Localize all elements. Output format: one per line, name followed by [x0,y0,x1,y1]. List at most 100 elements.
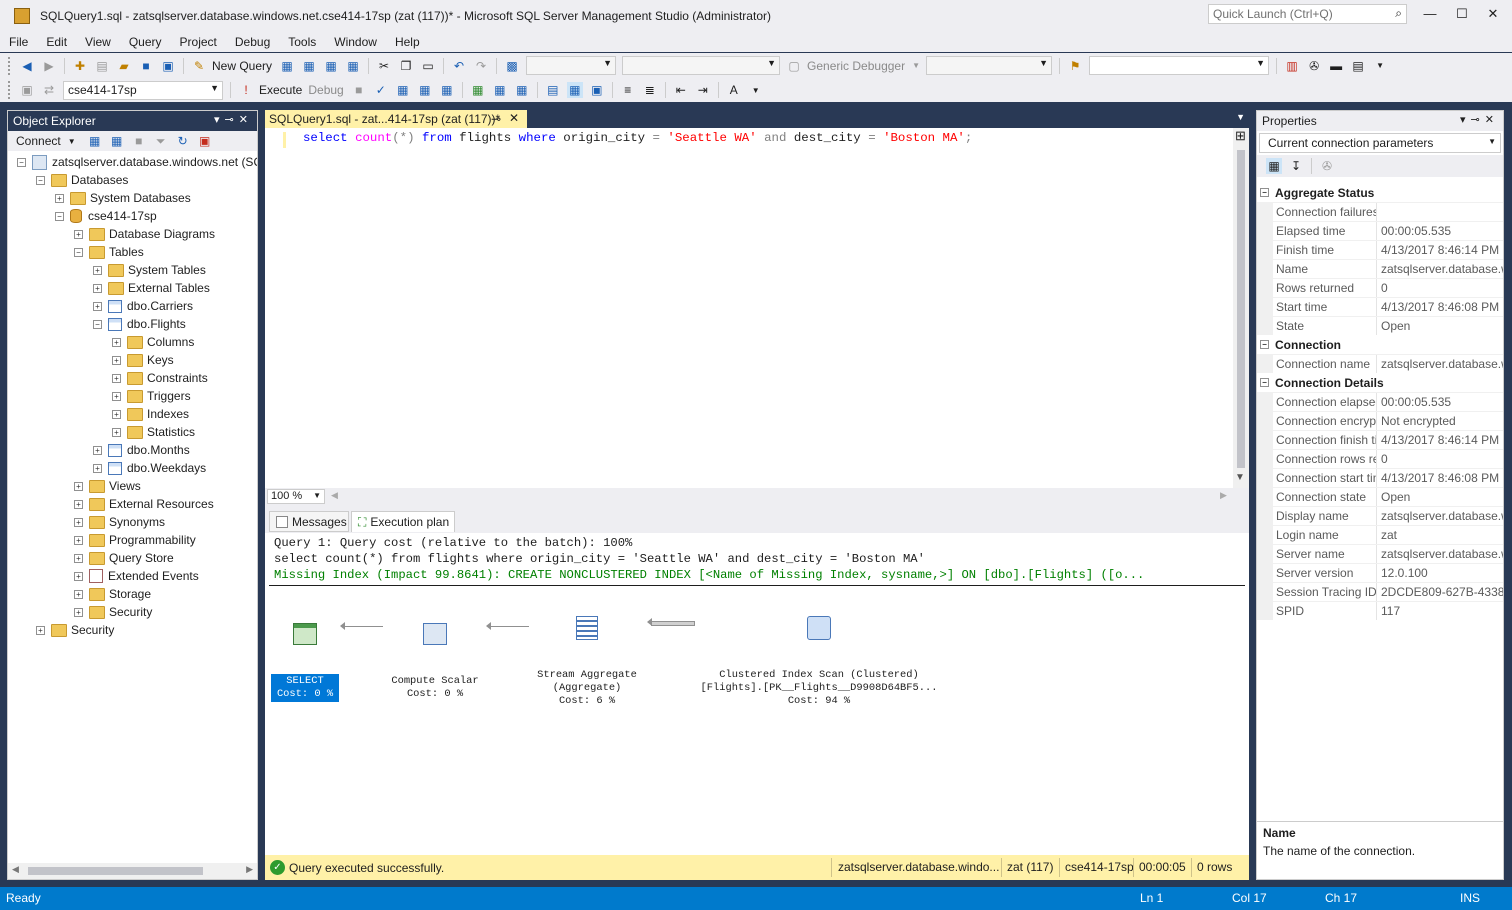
collapse-icon[interactable]: − [1260,340,1269,349]
property-category[interactable]: − Connection Details [1257,373,1503,392]
tree-node[interactable]: + dbo.Carriers [93,297,193,315]
properties-object-combo[interactable]: Current connection parameters ▼ [1259,133,1501,153]
menu-query[interactable]: Query [120,35,171,49]
tree-node[interactable]: + Statistics [112,423,195,441]
debugger-dropdown[interactable]: Generic Debugger [807,59,905,73]
tree-node[interactable]: + Programmability [74,531,196,549]
expand-icon[interactable]: + [74,535,83,545]
tree-node[interactable]: + Synonyms [74,513,165,531]
open-file-icon[interactable]: ▰ [116,58,132,74]
expand-icon[interactable]: + [55,193,64,203]
solution-platform-combo[interactable]: ▼ [622,56,781,75]
copy-icon[interactable]: ❐ [398,58,414,74]
tree-node[interactable]: + Storage [74,585,151,603]
menu-file[interactable]: File [0,35,37,49]
tree-node[interactable]: + dbo.Weekdays [93,459,206,477]
expand-icon[interactable]: + [74,499,83,509]
editor-vertical-scrollbar[interactable]: ⊞ ▼ [1233,128,1249,488]
tab-messages[interactable]: Messages [269,511,349,532]
property-row[interactable]: Connection start time 4/13/2017 8:46:08 P… [1257,468,1503,487]
toolbar-options-icon[interactable]: ▼ [1372,58,1388,74]
connect-icon[interactable]: ▣ [19,82,35,98]
expand-icon[interactable]: + [112,427,121,437]
pin-icon[interactable]: ⊸ [491,112,501,126]
mdx-query-icon[interactable]: ▦ [301,58,317,74]
property-row[interactable]: SPID 117 [1257,601,1503,620]
collapse-icon[interactable]: − [1260,378,1269,387]
parse-icon[interactable]: ✓ [373,82,389,98]
menu-view[interactable]: View [76,35,120,49]
execution-plan-view[interactable]: Query 1: Query cost (relative to the bat… [265,533,1249,855]
expand-icon[interactable]: + [112,409,121,419]
tree-node[interactable]: + Security [74,603,152,621]
collapse-icon[interactable]: − [36,175,45,185]
toolbar-options-icon[interactable]: ▼ [748,82,764,98]
maximize-button[interactable]: ☐ [1452,6,1472,24]
tree-node[interactable]: + Triggers [112,387,191,405]
property-row[interactable]: Name zatsqlserver.database.w [1257,259,1503,278]
close-tab-icon[interactable]: ✕ [509,111,519,125]
disconnect-icon[interactable]: ▦ [109,133,125,149]
plan-node-stream-aggregate[interactable]: Stream Aggregate (Aggregate) Cost: 6 % [531,590,643,734]
tree-node[interactable]: + dbo.Months [93,441,190,459]
collapse-icon[interactable]: − [74,247,83,257]
property-row[interactable]: Connection failures [1257,202,1503,221]
panel-window-buttons[interactable]: ▾⊸✕ [214,113,253,126]
tree-node[interactable]: + Database Diagrams [74,225,215,243]
tree-node[interactable]: + Security [36,621,114,639]
sql-code-line[interactable]: select count(*) from flights where origi… [303,131,972,145]
property-row[interactable]: Connection state Open [1257,487,1503,506]
execute-button[interactable]: Execute [259,83,302,97]
tree-node[interactable]: − Databases [36,171,128,189]
property-row[interactable]: Rows returned 0 [1257,278,1503,297]
connect-dropdown[interactable]: Connect [16,134,61,148]
paste-icon[interactable]: ▭ [420,58,436,74]
db-engine-query-icon[interactable]: ▦ [279,58,295,74]
live-stats-icon[interactable]: ▦ [492,82,508,98]
property-category[interactable]: − Connection [1257,335,1503,354]
toolbar-grip[interactable] [8,56,12,75]
properties-wrench-icon[interactable]: ✇ [1306,58,1322,74]
menu-project[interactable]: Project [171,35,226,49]
tree-node[interactable]: + External Tables [93,279,210,297]
plan-node-compute-scalar[interactable]: Compute Scalar Cost: 0 % [385,597,485,728]
activity-monitor-icon[interactable]: ▣ [197,133,213,149]
results-to-text-icon[interactable]: ▤ [545,82,561,98]
debug-button[interactable]: Debug [308,83,343,97]
add-item-icon[interactable]: ▤ [94,58,110,74]
expand-icon[interactable]: + [93,463,102,473]
cut-icon[interactable]: ✂ [376,58,392,74]
tree-node[interactable]: − zatsqlserver.database.windows.net (SQ [17,153,257,171]
solution-config-combo[interactable]: ▼ [526,56,617,75]
xmla-query-icon[interactable]: ▦ [345,58,361,74]
expand-icon[interactable]: + [93,445,102,455]
expand-icon[interactable]: + [74,229,83,239]
menu-debug[interactable]: Debug [226,35,279,49]
property-row[interactable]: Connection elapsed 00:00:05.535 [1257,392,1503,411]
property-row[interactable]: Session Tracing ID 2DCDE809-627B-4338-8 [1257,582,1503,601]
property-row[interactable]: Server version 12.0.100 [1257,563,1503,582]
uncomment-icon[interactable]: ≣ [642,82,658,98]
scroll-left-icon[interactable]: ◀ [331,490,338,501]
activity-monitor-icon[interactable]: ▩ [504,58,520,74]
plan-node-clustered-index-scan[interactable]: Clustered Index Scan (Clustered) [Flights… [699,590,939,734]
find-in-files-icon[interactable]: ⚑ [1067,58,1083,74]
tree-node[interactable]: − cse414-17sp [55,207,157,225]
property-row[interactable]: Server name zatsqlserver.database.w [1257,544,1503,563]
property-row[interactable]: Finish time 4/13/2017 8:46:14 PM [1257,240,1503,259]
plan-node-select[interactable]: SELECT Cost: 0 % [271,597,339,728]
missing-index-hint[interactable]: Missing Index (Impact 99.8641): CREATE N… [274,568,1144,582]
expand-icon[interactable]: + [74,607,83,617]
decrease-indent-icon[interactable]: ⇤ [673,82,689,98]
tree-node[interactable]: + System Tables [93,261,206,279]
save-icon[interactable]: ■ [138,58,154,74]
client-stats-icon[interactable]: ▦ [514,82,530,98]
cancel-query-icon[interactable]: ■ [351,82,367,98]
scroll-right-icon[interactable]: ▶ [1220,490,1227,501]
collapse-icon[interactable]: − [93,319,102,329]
categorized-icon[interactable]: ▦ [1266,158,1282,174]
window-layout-icon[interactable]: ▤ [1350,58,1366,74]
toolbar-grip[interactable] [8,81,12,99]
tree-node[interactable]: + Extended Events [74,567,199,585]
tree-node[interactable]: + Indexes [112,405,189,423]
